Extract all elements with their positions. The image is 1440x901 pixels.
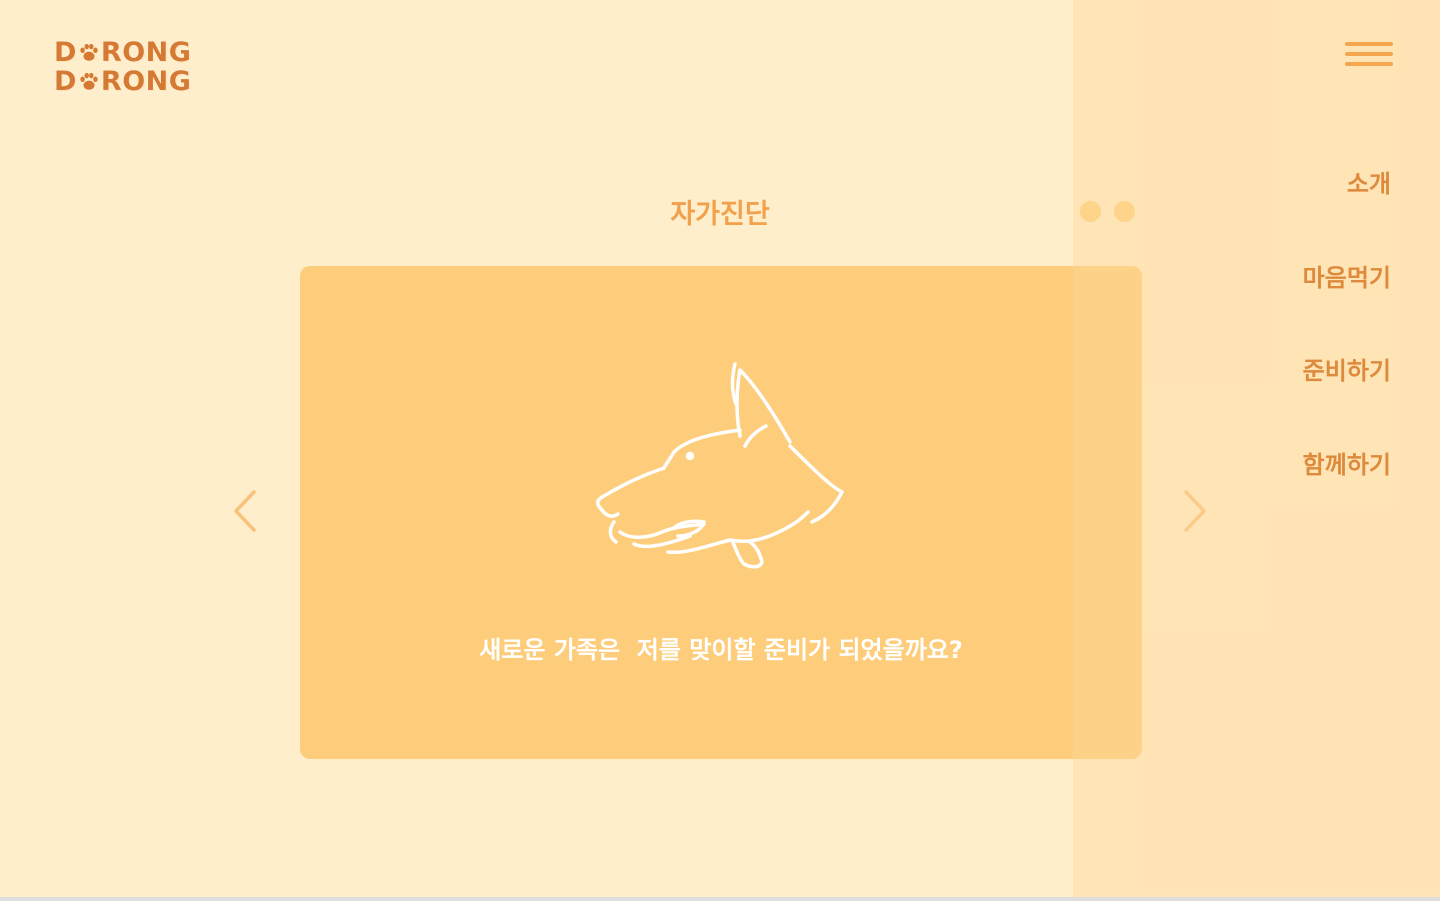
logo[interactable]: D RONG D RONG	[54, 38, 196, 98]
logo-letter: D	[54, 66, 77, 97]
nav-item-prepare[interactable]: 준비하기	[1303, 351, 1391, 391]
nav-item-decide[interactable]: 마음먹기	[1303, 258, 1391, 298]
page: D RONG D RONG 자가진단 새로운 가족은 저를 맞이할 준비가 되었…	[0, 0, 1440, 901]
nav-item-together[interactable]: 함께하기	[1303, 445, 1391, 485]
chevron-left-icon[interactable]	[230, 488, 260, 534]
slide-dot[interactable]	[1080, 201, 1101, 222]
side-nav: 소개 마음먹기 준비하기 함께하기	[1303, 164, 1391, 538]
self-diagnosis-card[interactable]: 새로운 가족은 저를 맞이할 준비가 되었을까요?	[300, 266, 1142, 759]
divider	[0, 897, 1440, 901]
nav-item-intro[interactable]: 소개	[1303, 164, 1391, 204]
logo-letter: D	[54, 37, 77, 68]
slide-dot[interactable]	[1114, 201, 1135, 222]
paw-icon	[80, 72, 98, 90]
paw-icon	[80, 43, 98, 61]
logo-text: RONG	[100, 66, 192, 97]
logo-line-1: D RONG	[54, 38, 196, 67]
logo-text: RONG	[100, 37, 192, 68]
logo-line-2: D RONG	[54, 67, 196, 96]
hamburger-menu-icon[interactable]	[1345, 42, 1393, 70]
slide-indicator	[1080, 201, 1135, 222]
dog-icon	[596, 362, 844, 569]
card-question: 새로운 가족은 저를 맞이할 준비가 되었을까요?	[479, 636, 963, 664]
